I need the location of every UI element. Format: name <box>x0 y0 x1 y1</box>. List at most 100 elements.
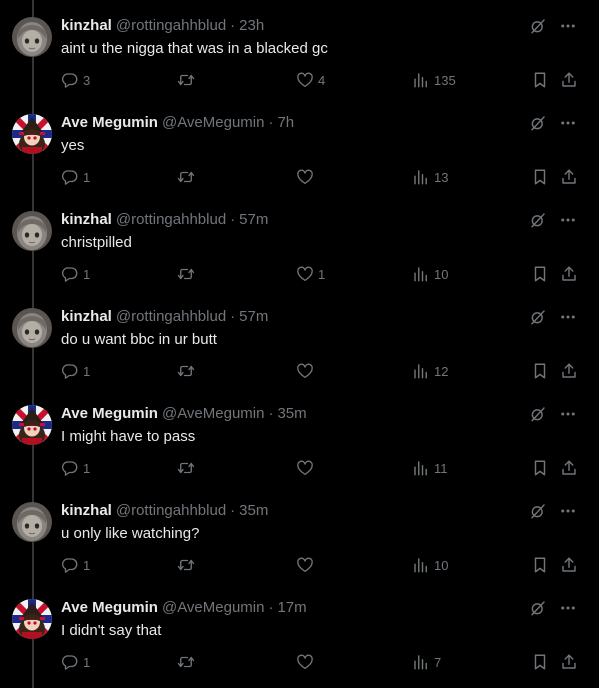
separator-dot: · <box>230 308 236 325</box>
reply-button[interactable]: 1 <box>61 653 90 671</box>
views-button[interactable]: 7 <box>412 653 441 671</box>
timestamp[interactable]: 57m <box>239 308 268 325</box>
like-button[interactable]: 1 <box>296 265 325 283</box>
display-name[interactable]: kinzhal <box>61 502 112 519</box>
bookmark-button[interactable] <box>531 265 549 283</box>
reply-button[interactable]: 1 <box>61 168 90 186</box>
reply-button[interactable]: 3 <box>61 71 90 89</box>
like-button[interactable] <box>296 168 318 186</box>
view-count: 10 <box>434 557 449 573</box>
bookmark-button[interactable] <box>531 168 549 186</box>
more-dots-icon[interactable] <box>559 599 577 617</box>
post-header: kinzhal @rottingahhblud · 35m <box>61 501 268 521</box>
avatar-megumin[interactable] <box>12 405 52 445</box>
grok-icon[interactable] <box>529 502 547 520</box>
retweet-button[interactable] <box>176 556 200 574</box>
user-handle[interactable]: @rottingahhblud <box>116 308 226 325</box>
views-button[interactable]: 10 <box>412 556 448 574</box>
post-2[interactable]: Ave Megumin @AveMegumin · 7h yes 1 13 <box>0 97 599 194</box>
avatar-megumin[interactable] <box>12 114 52 154</box>
user-handle[interactable]: @AveMegumin <box>162 114 265 131</box>
like-button[interactable]: 4 <box>296 71 325 89</box>
separator-dot: · <box>268 114 274 131</box>
display-name[interactable]: kinzhal <box>61 308 112 325</box>
like-button[interactable] <box>296 556 318 574</box>
user-handle[interactable]: @rottingahhblud <box>116 17 226 34</box>
like-button[interactable] <box>296 459 318 477</box>
display-name[interactable]: kinzhal <box>61 17 112 34</box>
views-button[interactable]: 135 <box>412 71 456 89</box>
post-7[interactable]: Ave Megumin @AveMegumin · 17m I didn't say … <box>0 582 599 679</box>
user-handle[interactable]: @AveMegumin <box>162 599 265 616</box>
share-button[interactable] <box>560 71 578 89</box>
more-dots-icon[interactable] <box>559 405 577 423</box>
bookmark-button[interactable] <box>531 71 549 89</box>
reply-button[interactable]: 1 <box>61 265 90 283</box>
avatar-kinzhal[interactable] <box>12 308 52 348</box>
grok-icon[interactable] <box>529 17 547 35</box>
reply-button[interactable]: 1 <box>61 556 90 574</box>
post-text: aint u the nigga that was in a blacked g… <box>61 40 328 57</box>
more-dots-icon[interactable] <box>559 502 577 520</box>
grok-icon[interactable] <box>529 308 547 326</box>
more-dots-icon[interactable] <box>559 17 577 35</box>
share-icon <box>560 362 578 380</box>
post-header: kinzhal @rottingahhblud · 57m <box>61 210 268 230</box>
bookmark-button[interactable] <box>531 653 549 671</box>
timestamp[interactable]: 23h <box>239 17 264 34</box>
retweet-button[interactable] <box>176 459 200 477</box>
bookmark-button[interactable] <box>531 459 549 477</box>
grok-icon[interactable] <box>529 114 547 132</box>
avatar-kinzhal[interactable] <box>12 17 52 57</box>
avatar-megumin[interactable] <box>12 599 52 639</box>
views-button[interactable]: 10 <box>412 265 448 283</box>
timestamp[interactable]: 35m <box>277 405 306 422</box>
avatar-kinzhal[interactable] <box>12 502 52 542</box>
reply-button[interactable]: 1 <box>61 459 90 477</box>
bookmark-button[interactable] <box>531 556 549 574</box>
display-name[interactable]: kinzhal <box>61 211 112 228</box>
share-button[interactable] <box>560 265 578 283</box>
retweet-button[interactable] <box>176 71 200 89</box>
retweet-button[interactable] <box>176 362 200 380</box>
share-button[interactable] <box>560 168 578 186</box>
like-button[interactable] <box>296 362 318 380</box>
user-handle[interactable]: @AveMegumin <box>162 405 265 422</box>
user-handle[interactable]: @rottingahhblud <box>116 211 226 228</box>
like-button[interactable] <box>296 653 318 671</box>
views-icon <box>412 556 430 574</box>
grok-icon[interactable] <box>529 599 547 617</box>
share-button[interactable] <box>560 362 578 380</box>
views-button[interactable]: 13 <box>412 168 448 186</box>
reply-count: 3 <box>83 72 91 88</box>
post-1[interactable]: kinzhal @rottingahhblud · 23h aint u the ni… <box>0 0 599 97</box>
retweet-button[interactable] <box>176 653 200 671</box>
retweet-button[interactable] <box>176 168 200 186</box>
bookmark-button[interactable] <box>531 362 549 380</box>
views-button[interactable]: 11 <box>412 459 448 477</box>
reply-button[interactable]: 1 <box>61 362 90 380</box>
display-name[interactable]: Ave Megumin <box>61 114 158 131</box>
share-button[interactable] <box>560 653 578 671</box>
avatar-kinzhal[interactable] <box>12 211 52 251</box>
more-dots-icon[interactable] <box>559 211 577 229</box>
timestamp[interactable]: 35m <box>239 502 268 519</box>
post-6[interactable]: kinzhal @rottingahhblud · 35m u only like w… <box>0 485 599 582</box>
post-4[interactable]: kinzhal @rottingahhblud · 57m do u want bbc… <box>0 291 599 388</box>
timestamp[interactable]: 57m <box>239 211 268 228</box>
retweet-button[interactable] <box>176 265 200 283</box>
grok-icon[interactable] <box>529 405 547 423</box>
share-button[interactable] <box>560 459 578 477</box>
grok-icon[interactable] <box>529 211 547 229</box>
share-button[interactable] <box>560 556 578 574</box>
display-name[interactable]: Ave Megumin <box>61 599 158 616</box>
post-5[interactable]: Ave Megumin @AveMegumin · 35m I might have … <box>0 388 599 485</box>
post-3[interactable]: kinzhal @rottingahhblud · 57m christpilled <box>0 194 599 291</box>
views-button[interactable]: 12 <box>412 362 448 380</box>
user-handle[interactable]: @rottingahhblud <box>116 502 226 519</box>
timestamp[interactable]: 17m <box>277 599 306 616</box>
timestamp[interactable]: 7h <box>277 114 294 131</box>
display-name[interactable]: Ave Megumin <box>61 405 158 422</box>
more-dots-icon[interactable] <box>559 308 577 326</box>
more-dots-icon[interactable] <box>559 114 577 132</box>
